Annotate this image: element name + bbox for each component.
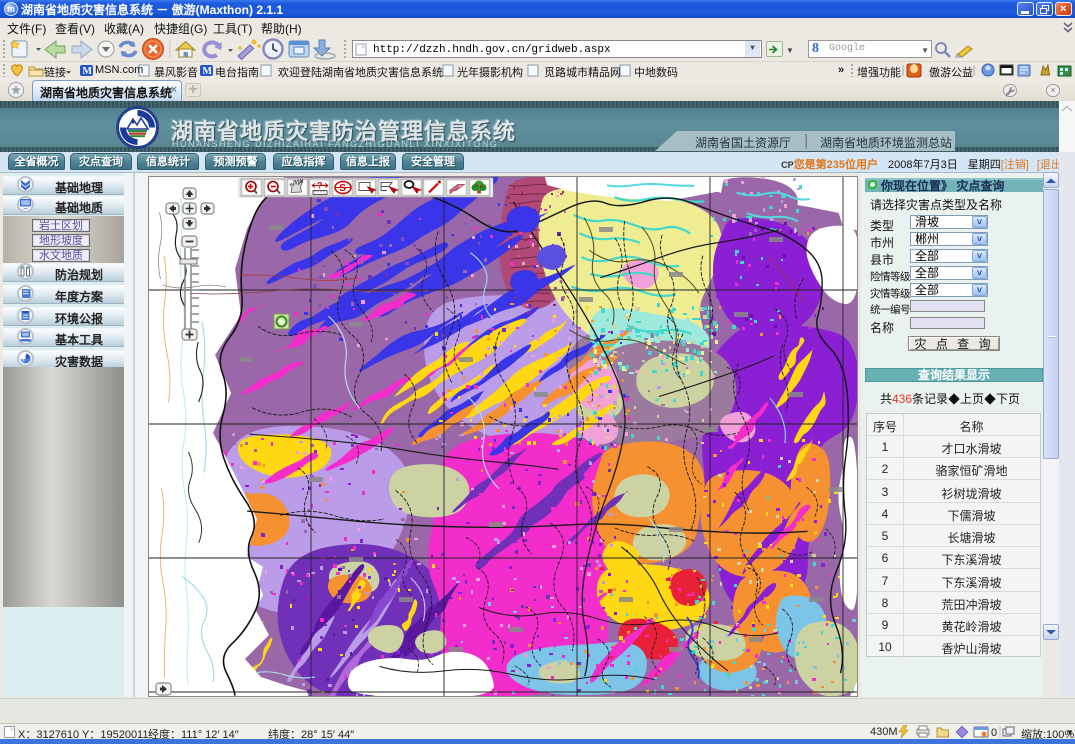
svg-text:M: M	[203, 66, 213, 77]
svg-text:0: 0	[991, 727, 997, 739]
svg-text:S: S	[339, 183, 346, 194]
svg-text:M: M	[83, 66, 93, 77]
